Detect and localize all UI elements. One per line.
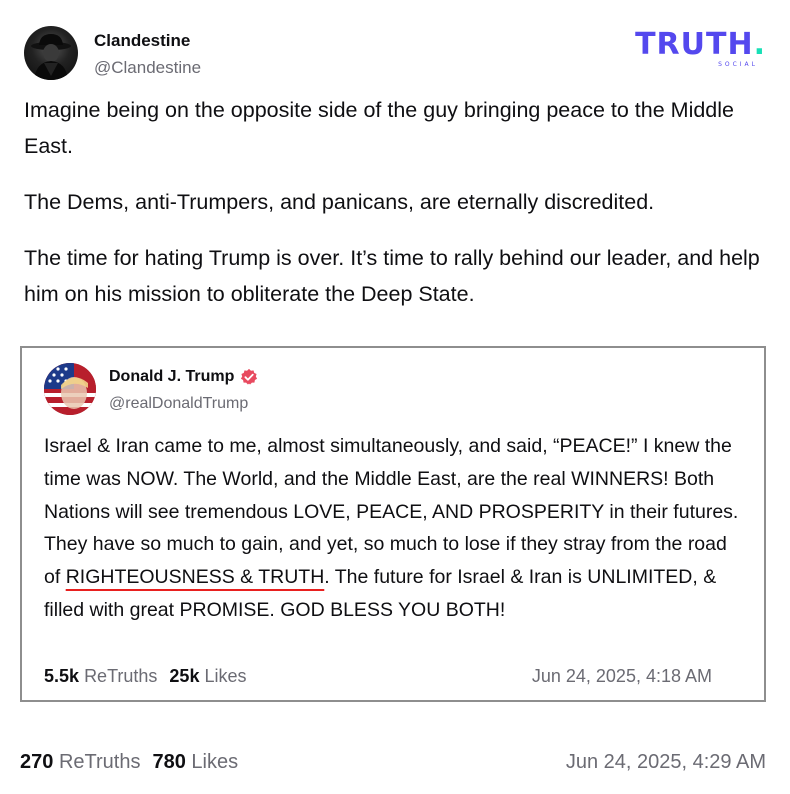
post-paragraph: Imagine being on the opposite side of th… bbox=[24, 98, 734, 158]
quoted-author-handle[interactable]: @realDonaldTrump bbox=[109, 395, 248, 413]
quoted-post[interactable]: Donald J. Trump @realDonaldTrump Israel … bbox=[20, 346, 766, 702]
truth-social-logo: TRUTH. SOCIAL bbox=[635, 27, 766, 69]
quoted-author-name[interactable]: Donald J. Trump bbox=[109, 368, 258, 386]
author-avatar[interactable] bbox=[24, 26, 78, 80]
post-paragraph: The Dems, anti-Trumpers, and panicans, a… bbox=[24, 190, 655, 214]
author-name[interactable]: Clandestine bbox=[94, 31, 190, 51]
post-stats: 270 ReTruths 780 Likes bbox=[20, 751, 238, 774]
logo-word: TRUTH bbox=[635, 27, 754, 62]
quoted-likes-label[interactable]: Likes bbox=[204, 666, 246, 686]
logo-dot: . bbox=[753, 27, 766, 62]
quoted-post-date[interactable]: Jun 24, 2025, 4:18 AM bbox=[532, 666, 712, 687]
verified-badge-icon bbox=[240, 368, 258, 386]
quoted-likes-count[interactable]: 25k bbox=[169, 666, 199, 686]
retruths-label[interactable]: ReTruths bbox=[59, 751, 141, 773]
post-date[interactable]: Jun 24, 2025, 4:29 AM bbox=[566, 751, 766, 774]
quoted-post-text: Israel & Iran came to me, almost simulta… bbox=[44, 430, 744, 627]
quoted-retruths-label[interactable]: ReTruths bbox=[84, 666, 157, 686]
retruths-count[interactable]: 270 bbox=[20, 751, 53, 773]
quoted-author-name-text: Donald J. Trump bbox=[109, 368, 235, 385]
quoted-author-avatar[interactable] bbox=[44, 363, 96, 415]
post-paragraph: The time for hating Trump is over. It’s … bbox=[24, 246, 760, 306]
likes-label[interactable]: Likes bbox=[191, 751, 238, 773]
likes-count[interactable]: 780 bbox=[152, 751, 185, 773]
logo-subtitle: SOCIAL bbox=[718, 61, 758, 68]
quoted-retruths-count[interactable]: 5.5k bbox=[44, 666, 79, 686]
post-text: Imagine being on the opposite side of th… bbox=[24, 92, 764, 332]
quoted-text-underlined: RIGHTEOUSNESS & TRUTH bbox=[65, 566, 325, 589]
quoted-post-stats: 5.5k ReTruths 25k Likes bbox=[44, 666, 247, 687]
post-card: Clandestine @Clandestine TRUTH. SOCIAL I… bbox=[0, 0, 790, 728]
author-handle[interactable]: @Clandestine bbox=[94, 58, 201, 78]
